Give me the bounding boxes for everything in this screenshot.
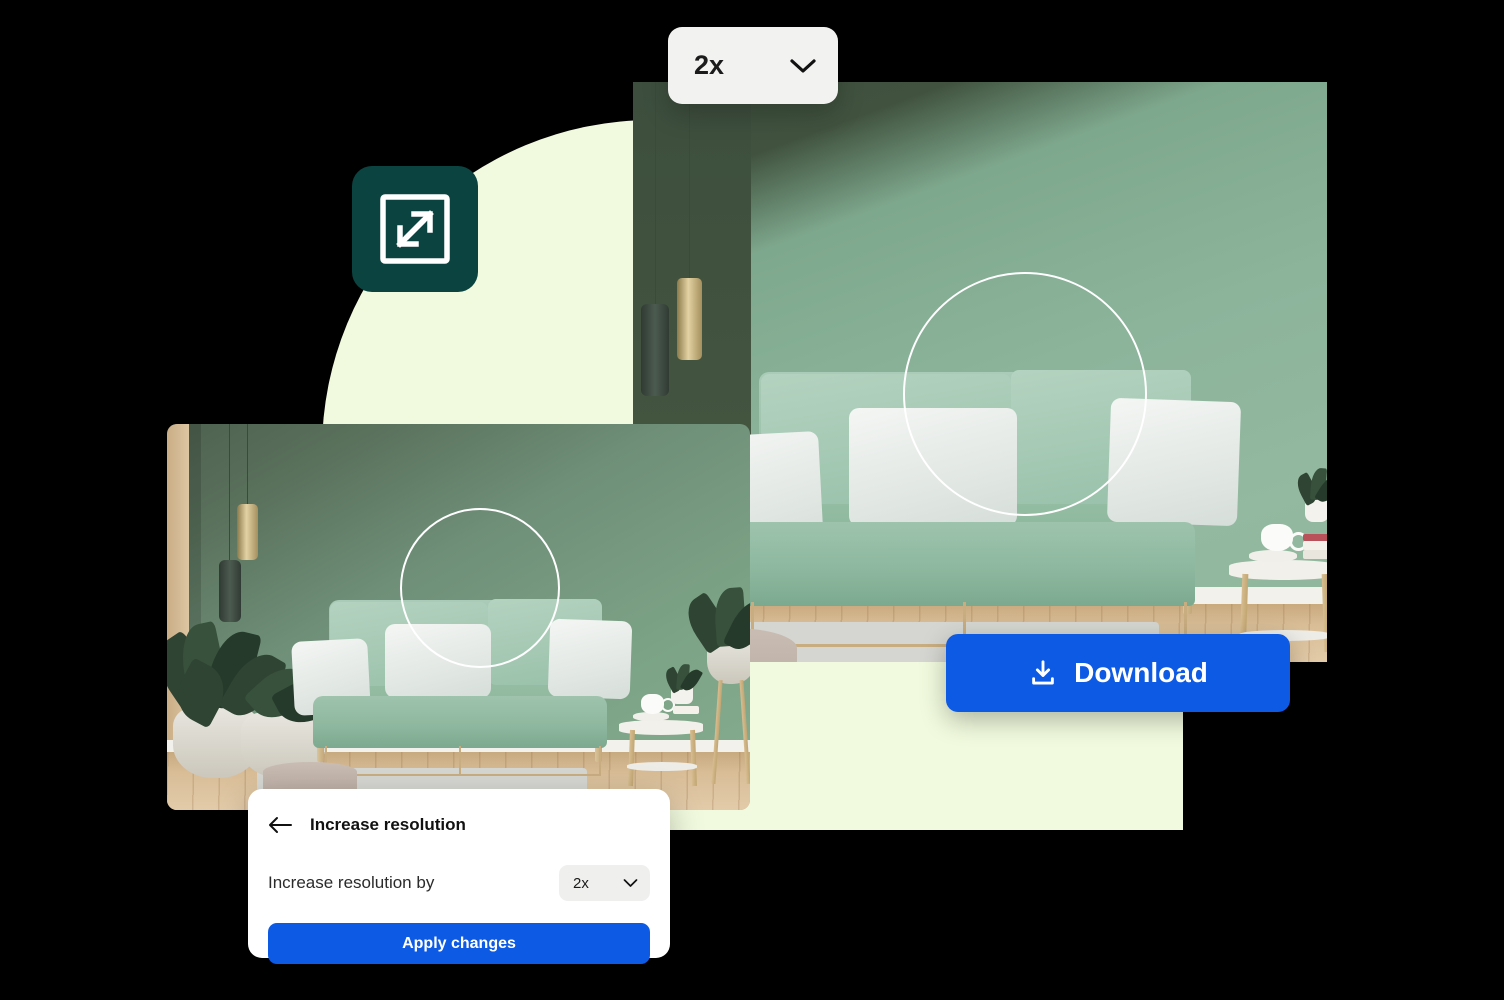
chevron-down-icon — [623, 879, 638, 887]
chevron-down-icon — [790, 58, 816, 73]
download-button[interactable]: Download — [946, 634, 1290, 712]
low-resolution-preview[interactable] — [167, 424, 750, 810]
download-button-label: Download — [1074, 657, 1208, 688]
arrow-left-icon — [269, 817, 292, 833]
zoom-loupe-circle — [400, 508, 560, 668]
download-icon — [1032, 660, 1054, 685]
apply-changes-label: Apply changes — [402, 934, 516, 952]
panel-header: Increase resolution — [268, 809, 650, 835]
apply-changes-button[interactable]: Apply changes — [268, 923, 650, 964]
resolution-factor-value: 2x — [573, 874, 589, 892]
resolution-field-label: Increase resolution by — [268, 873, 435, 892]
zoom-loupe-circle — [903, 272, 1147, 516]
expand-resolution-icon-tile — [352, 166, 478, 292]
increase-resolution-panel: Increase resolution Increase resolution … — [248, 789, 670, 964]
scale-select[interactable]: 2x — [668, 27, 838, 104]
scale-select-value: 2x — [694, 50, 725, 80]
back-button[interactable] — [268, 816, 292, 834]
panel-title: Increase resolution — [310, 815, 466, 834]
resolution-field-row: Increase resolution by 2x — [268, 865, 650, 901]
screenshot-stage: 2x Download Increase resolution Increase… — [0, 0, 1504, 1000]
expand-resolution-icon — [380, 194, 450, 264]
resolution-factor-select[interactable]: 2x — [559, 865, 650, 901]
